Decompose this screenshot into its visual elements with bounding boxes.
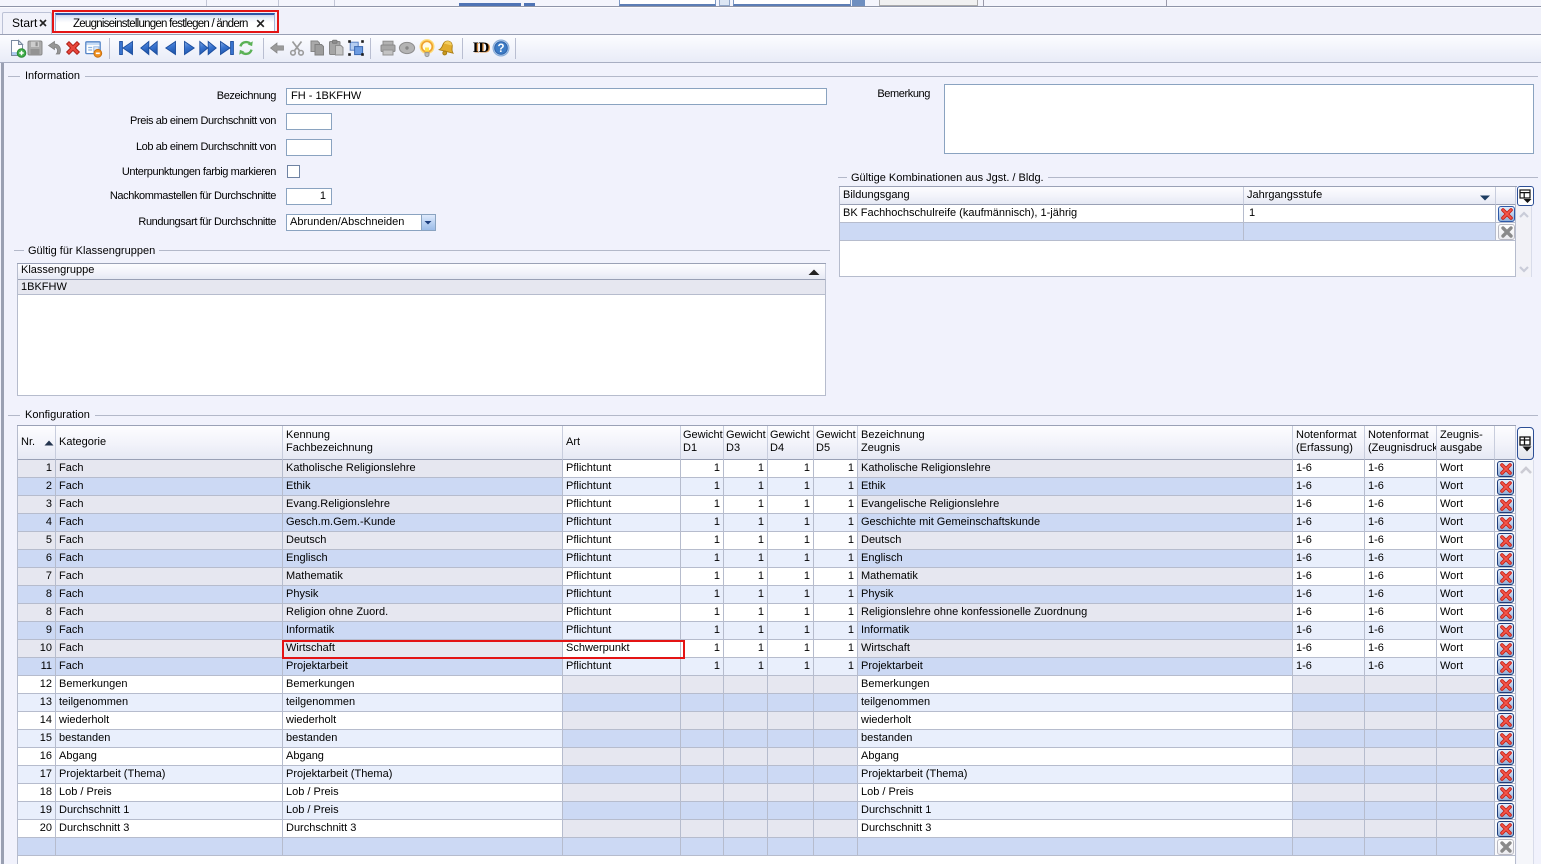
svg-text:?: ? [497, 43, 504, 55]
